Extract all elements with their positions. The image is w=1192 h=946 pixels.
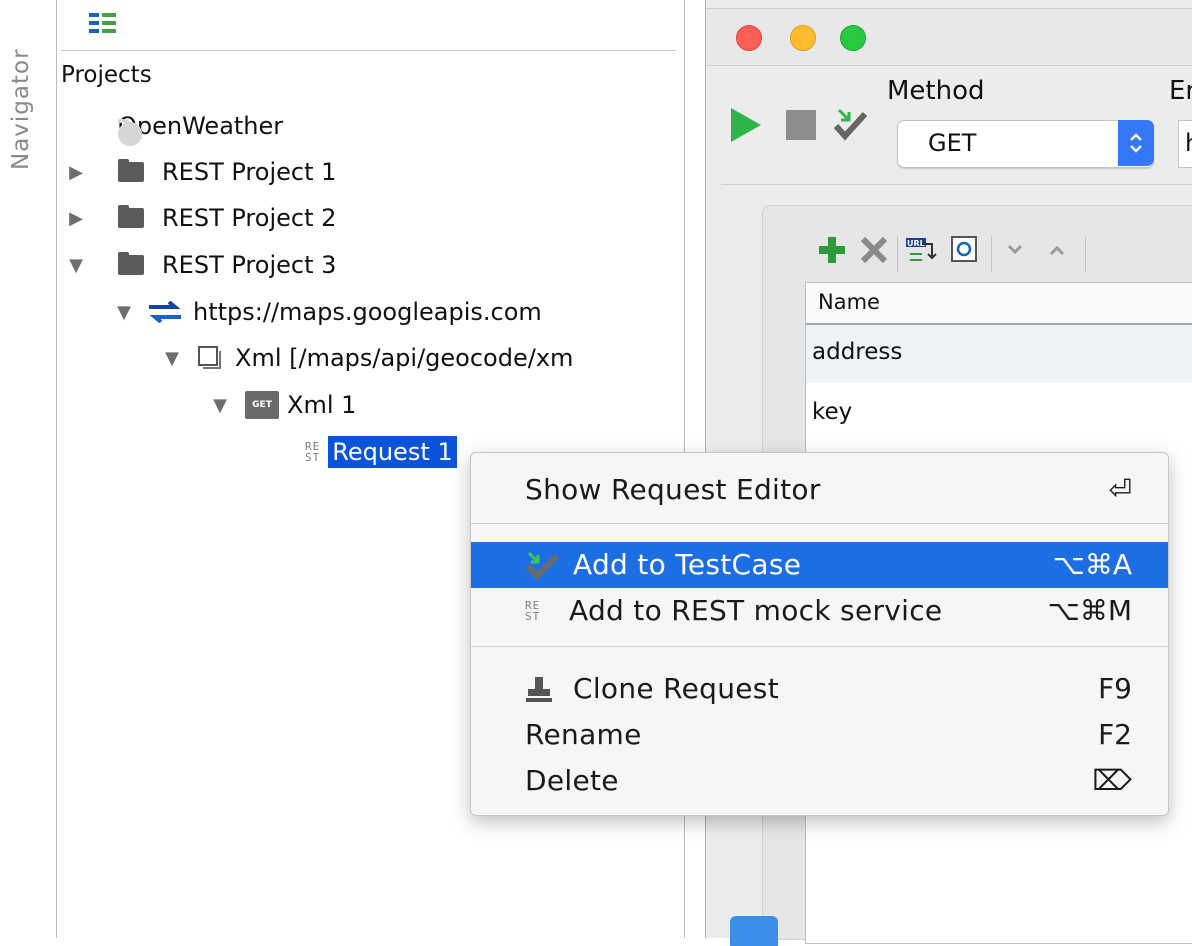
tree-toolbar xyxy=(61,0,676,51)
menu-item-label: Add to TestCase xyxy=(573,548,802,581)
play-icon[interactable] xyxy=(729,106,765,148)
projects-heading: Projects xyxy=(61,62,152,88)
tree-item-label: REST Project 1 xyxy=(162,158,337,186)
zoom-window-button[interactable] xyxy=(840,25,866,51)
tree-item-resource[interactable]: ▼ Xml [/maps/api/geocode/xm xyxy=(161,338,573,378)
menu-item-add-to-testcase[interactable]: Add to TestCase ⌥⌘A xyxy=(471,542,1168,588)
collapse-triangle-icon[interactable]: ▼ xyxy=(65,255,87,276)
folder-icon xyxy=(118,252,144,275)
add-param-icon[interactable] xyxy=(817,234,847,270)
move-down-icon[interactable] xyxy=(1005,242,1025,261)
menu-separator xyxy=(471,646,1168,647)
folder-icon xyxy=(118,205,144,228)
menu-item-label: Add to REST mock service xyxy=(569,594,943,627)
stop-icon[interactable] xyxy=(786,110,816,140)
menu-item-add-to-rest-mock-service[interactable]: RE ST Add to REST mock service ⌥⌘M xyxy=(471,588,1168,634)
request-toolbar: Method En GET h xyxy=(721,68,1192,185)
param-name-cell[interactable]: key xyxy=(812,399,852,425)
add-to-testcase-icon xyxy=(525,551,561,584)
url-param-icon[interactable]: URL xyxy=(904,234,938,270)
menu-item-shortcut: F9 xyxy=(1098,672,1132,705)
resource-icon xyxy=(197,345,225,371)
endpoint-input-value: h xyxy=(1185,129,1192,157)
menu-item-label: Rename xyxy=(525,718,642,751)
folder-icon xyxy=(118,159,144,182)
endpoint-arrows-icon xyxy=(147,301,183,323)
table-row[interactable]: key xyxy=(806,385,1192,443)
expand-triangle-icon[interactable]: ▶ xyxy=(65,208,87,229)
menu-item-delete[interactable]: Delete ⌦ xyxy=(471,758,1168,804)
menu-item-shortcut: ⌥⌘M xyxy=(1047,594,1132,627)
return-key-icon: ⏎ xyxy=(1108,473,1132,506)
folder-icon xyxy=(118,119,142,146)
tree-item-request-1[interactable]: RE ST Request 1 xyxy=(305,432,457,472)
menu-item-shortcut: F2 xyxy=(1098,718,1132,751)
tree-item-label: https://maps.googleapis.com xyxy=(193,298,542,326)
clone-stamp-icon xyxy=(525,676,555,708)
select-stepper-icon[interactable] xyxy=(1118,120,1154,166)
tree-item-label: REST Project 3 xyxy=(162,251,337,279)
minimize-window-button[interactable] xyxy=(790,25,816,51)
menu-item-label: Delete xyxy=(525,764,619,797)
tree-item-label: REST Project 2 xyxy=(162,204,337,232)
params-toolbar: URL xyxy=(809,228,1192,278)
tree-view-icon[interactable] xyxy=(89,12,125,38)
menu-item-label: Clone Request xyxy=(573,672,779,705)
tree-item-rest-project-2[interactable]: ▶ REST Project 2 xyxy=(65,198,336,238)
remove-param-icon[interactable] xyxy=(859,234,889,270)
bottom-tab[interactable] xyxy=(730,916,778,946)
tree-item-endpoint[interactable]: ▼ https://maps.googleapis.com xyxy=(113,292,542,332)
table-row[interactable]: address xyxy=(806,325,1192,383)
navigator-label: Navigator xyxy=(8,48,34,170)
tree-item-method[interactable]: ▼ GET Xml 1 xyxy=(209,385,356,425)
get-method-icon: GET xyxy=(245,391,279,419)
tree-item-openweather[interactable]: OpenWeather xyxy=(118,106,283,146)
menu-item-show-request-editor[interactable]: Show Request Editor ⏎ xyxy=(471,467,1168,513)
toolbar-separator xyxy=(991,236,992,272)
endpoint-label: En xyxy=(1169,76,1192,106)
tree-item-rest-project-1[interactable]: ▶ REST Project 1 xyxy=(65,152,336,192)
param-name-cell[interactable]: address xyxy=(812,339,902,365)
add-to-testcase-icon[interactable] xyxy=(833,108,869,148)
context-menu: Show Request Editor ⏎ Add to TestCase ⌥⌘… xyxy=(470,452,1169,816)
collapse-triangle-icon[interactable]: ▼ xyxy=(161,348,183,369)
menu-separator xyxy=(471,523,1168,524)
tree-item-label: OpenWeather xyxy=(118,112,284,140)
expand-triangle-icon[interactable]: ▶ xyxy=(65,162,87,183)
tree-item-label: Xml [/maps/api/geocode/xm xyxy=(235,344,574,372)
menu-item-clone-request[interactable]: Clone Request F9 xyxy=(471,666,1168,712)
rest-icon: RE ST xyxy=(525,599,541,623)
navigator-strip[interactable]: Navigator xyxy=(0,0,57,938)
column-header-name[interactable]: Name xyxy=(818,290,880,314)
method-select-value: GET xyxy=(928,129,977,157)
close-window-button[interactable] xyxy=(736,25,762,51)
method-select[interactable]: GET xyxy=(897,120,1154,168)
toolbar-separator xyxy=(897,236,898,272)
move-up-icon[interactable] xyxy=(1047,242,1067,261)
menu-item-rename[interactable]: Rename F2 xyxy=(471,712,1168,758)
tree-item-label: Xml 1 xyxy=(287,391,357,419)
collapse-triangle-icon[interactable]: ▼ xyxy=(209,395,231,416)
toolbar-separator xyxy=(1085,236,1086,272)
tree-item-label: Request 1 xyxy=(328,436,457,468)
menu-item-label: Show Request Editor xyxy=(525,473,821,506)
method-label: Method xyxy=(887,76,985,106)
collapse-triangle-icon[interactable]: ▼ xyxy=(113,302,135,323)
sync-params-icon[interactable] xyxy=(949,234,981,270)
endpoint-input[interactable]: h xyxy=(1178,120,1192,168)
tree-item-rest-project-3[interactable]: ▼ REST Project 3 xyxy=(65,245,336,285)
params-table-header: Name xyxy=(806,283,1192,325)
rest-request-icon: RE ST xyxy=(305,440,321,464)
window-title-bar[interactable] xyxy=(706,8,1192,66)
delete-key-icon: ⌦ xyxy=(1092,764,1132,797)
menu-item-shortcut: ⌥⌘A xyxy=(1052,548,1132,581)
